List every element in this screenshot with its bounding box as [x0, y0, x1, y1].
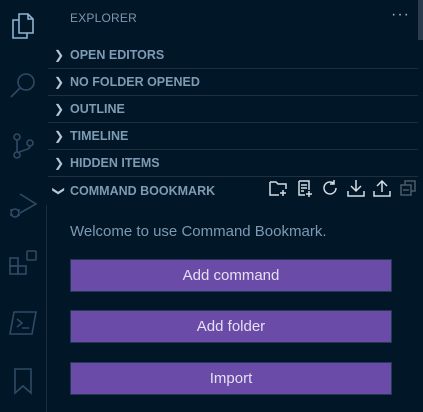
- explorer-title: EXPLORER: [70, 11, 137, 25]
- files-icon: [12, 13, 34, 39]
- section-label: TIMELINE: [70, 128, 129, 143]
- section-label: NO FOLDER OPENED: [70, 74, 200, 89]
- add-command-button[interactable]: Add command: [70, 259, 392, 292]
- upload-button[interactable]: [372, 178, 392, 203]
- chevron-down-icon: ❯: [52, 185, 66, 196]
- terminal-icon: [9, 311, 37, 335]
- bookmark-activity[interactable]: [0, 358, 46, 404]
- chevron-right-icon: ❯: [53, 47, 65, 62]
- refresh-button[interactable]: [320, 178, 340, 203]
- welcome-text: Welcome to use Command Bookmark.: [70, 223, 327, 240]
- section-label: HIDDEN ITEMS: [70, 155, 160, 170]
- section-label: COMMAND BOOKMARK: [70, 183, 216, 198]
- source-control-activity[interactable]: [0, 123, 46, 169]
- section-no-folder[interactable]: ❯ NO FOLDER OPENED: [48, 68, 418, 96]
- chevron-right-icon: ❯: [53, 155, 65, 170]
- terminal-activity[interactable]: [0, 300, 46, 346]
- source-control-icon: [13, 133, 34, 159]
- chevron-right-icon: ❯: [53, 74, 65, 89]
- scrollbar[interactable]: [418, 0, 423, 40]
- add-command-button[interactable]: [294, 178, 314, 203]
- collapse-all-button[interactable]: [398, 178, 418, 203]
- new-folder-button[interactable]: [268, 178, 288, 203]
- activity-bar: [0, 0, 46, 412]
- collapse-all-icon: [400, 180, 416, 196]
- extensions-icon: [9, 250, 37, 275]
- search-activity[interactable]: [0, 62, 46, 108]
- upload-icon: [373, 179, 391, 197]
- section-label: OUTLINE: [70, 101, 125, 116]
- section-command-bookmark[interactable]: ❯ COMMAND BOOKMARK: [48, 177, 418, 204]
- new-folder-icon: [269, 181, 287, 196]
- section-outline[interactable]: ❯ OUTLINE: [48, 95, 418, 123]
- chevron-right-icon: ❯: [53, 101, 65, 116]
- chevron-right-icon: ❯: [53, 128, 65, 143]
- refresh-icon: [323, 180, 337, 195]
- section-open-editors[interactable]: ❯ OPEN EDITORS: [48, 41, 418, 69]
- explorer-activity[interactable]: [0, 3, 46, 49]
- add-command-icon: [298, 180, 312, 197]
- download-icon: [347, 180, 365, 197]
- download-button[interactable]: [346, 178, 366, 203]
- import-button[interactable]: Import: [70, 362, 392, 395]
- bookmark-icon: [14, 368, 32, 395]
- search-icon: [10, 73, 35, 98]
- explorer-sidebar: EXPLORER ··· ❯ OPEN EDITORS ❯ NO FOLDER OP…: [48, 0, 418, 412]
- run-debug-icon: [10, 193, 38, 218]
- divider: [46, 205, 47, 412]
- more-actions-icon[interactable]: ···: [391, 6, 410, 24]
- section-hidden-items[interactable]: ❯ HIDDEN ITEMS: [48, 149, 418, 177]
- section-timeline[interactable]: ❯ TIMELINE: [48, 122, 418, 150]
- extensions-activity[interactable]: [0, 240, 46, 286]
- section-toolbar: [268, 177, 418, 204]
- add-folder-button[interactable]: Add folder: [70, 310, 392, 343]
- run-debug-activity[interactable]: [0, 182, 46, 228]
- section-label: OPEN EDITORS: [70, 47, 165, 62]
